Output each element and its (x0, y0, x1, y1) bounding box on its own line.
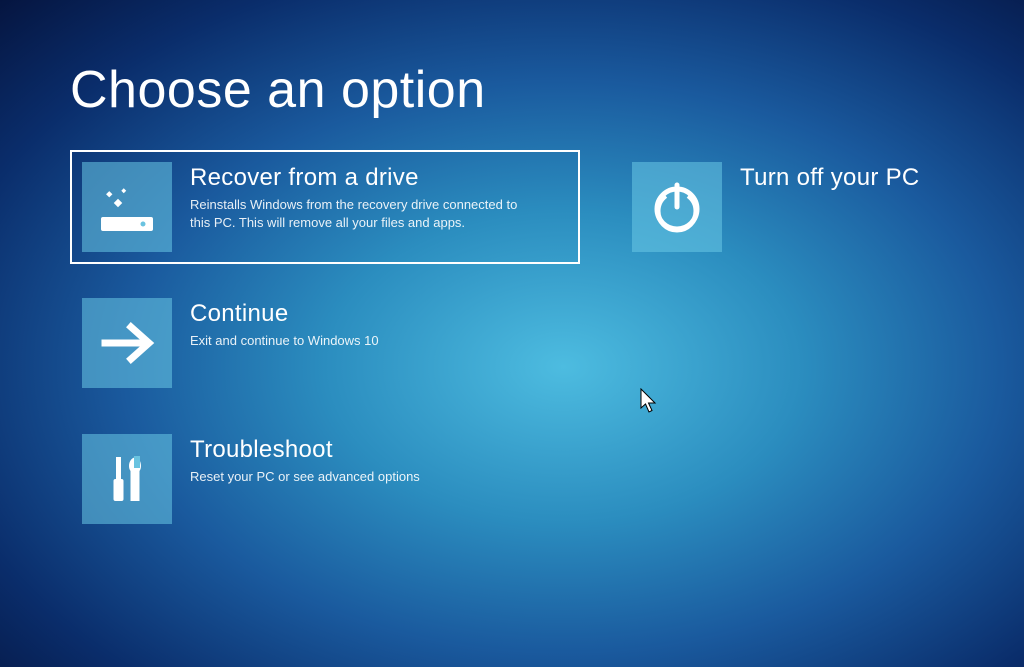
option-text: Continue Exit and continue to Windows 10 (190, 298, 379, 350)
option-text: Turn off your PC (740, 162, 920, 196)
option-description: Reset your PC or see advanced options (190, 468, 420, 486)
option-turn-off-pc[interactable]: Turn off your PC (620, 150, 1020, 264)
option-description: Exit and continue to Windows 10 (190, 332, 379, 350)
option-troubleshoot[interactable]: Troubleshoot Reset your PC or see advanc… (70, 422, 580, 536)
option-description: Reinstalls Windows from the recovery dri… (190, 196, 530, 232)
option-text: Recover from a drive Reinstalls Windows … (190, 162, 530, 232)
tools-icon (82, 434, 172, 524)
option-text: Troubleshoot Reset your PC or see advanc… (190, 434, 420, 486)
arrow-right-icon (82, 298, 172, 388)
options-grid: Recover from a drive Reinstalls Windows … (70, 150, 954, 536)
recover-drive-icon (82, 162, 172, 252)
power-icon (632, 162, 722, 252)
option-recover-from-drive[interactable]: Recover from a drive Reinstalls Windows … (70, 150, 580, 264)
option-title: Turn off your PC (740, 164, 920, 192)
option-title: Continue (190, 300, 379, 328)
option-title: Troubleshoot (190, 436, 420, 464)
option-continue[interactable]: Continue Exit and continue to Windows 10 (70, 286, 580, 400)
option-title: Recover from a drive (190, 164, 530, 192)
page-title: Choose an option (70, 60, 954, 120)
